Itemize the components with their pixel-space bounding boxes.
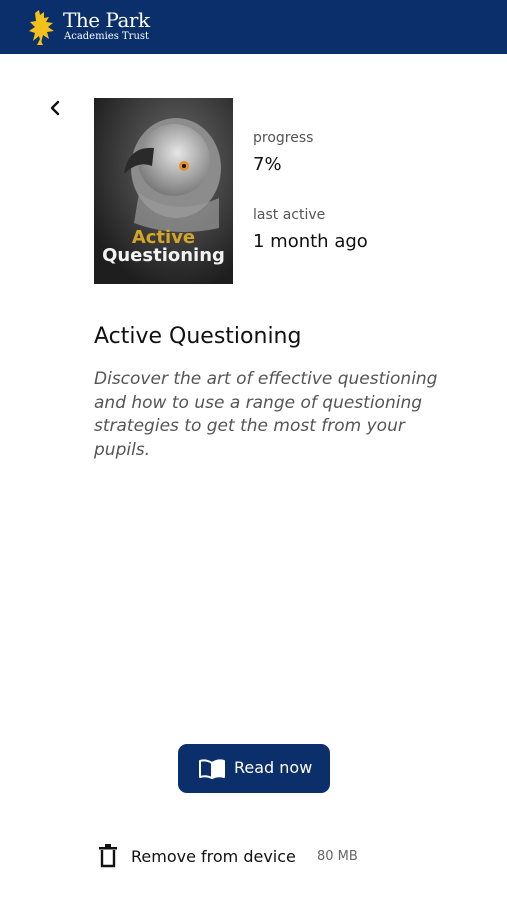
progress-label: progress	[253, 130, 314, 146]
progress-value: 7%	[253, 154, 282, 175]
griffin-logo-icon	[29, 10, 54, 45]
open-book-icon	[199, 759, 225, 779]
cover-title-line-2: Questioning	[102, 245, 225, 266]
read-now-label: Read now	[234, 758, 313, 777]
remove-from-device-button[interactable]: Remove from device 80 MB	[98, 842, 398, 870]
chevron-left-icon	[50, 100, 60, 116]
read-now-button[interactable]: Read now	[178, 744, 330, 793]
trash-icon	[99, 844, 117, 868]
download-size: 80 MB	[317, 849, 358, 864]
course-cover-image: Active Questioning	[94, 98, 233, 284]
last-active-value: 1 month ago	[253, 231, 368, 252]
last-active-label: last active	[253, 207, 326, 223]
brand-subtitle: Academies Trust	[64, 31, 150, 42]
course-title: Active Questioning	[94, 324, 302, 349]
app-header: The Park Academies Trust	[0, 0, 507, 54]
course-description: Discover the art of effective questionin…	[94, 369, 438, 460]
brand-title: The Park	[63, 8, 150, 32]
back-button[interactable]	[44, 96, 66, 120]
remove-from-device-label: Remove from device	[131, 847, 296, 866]
